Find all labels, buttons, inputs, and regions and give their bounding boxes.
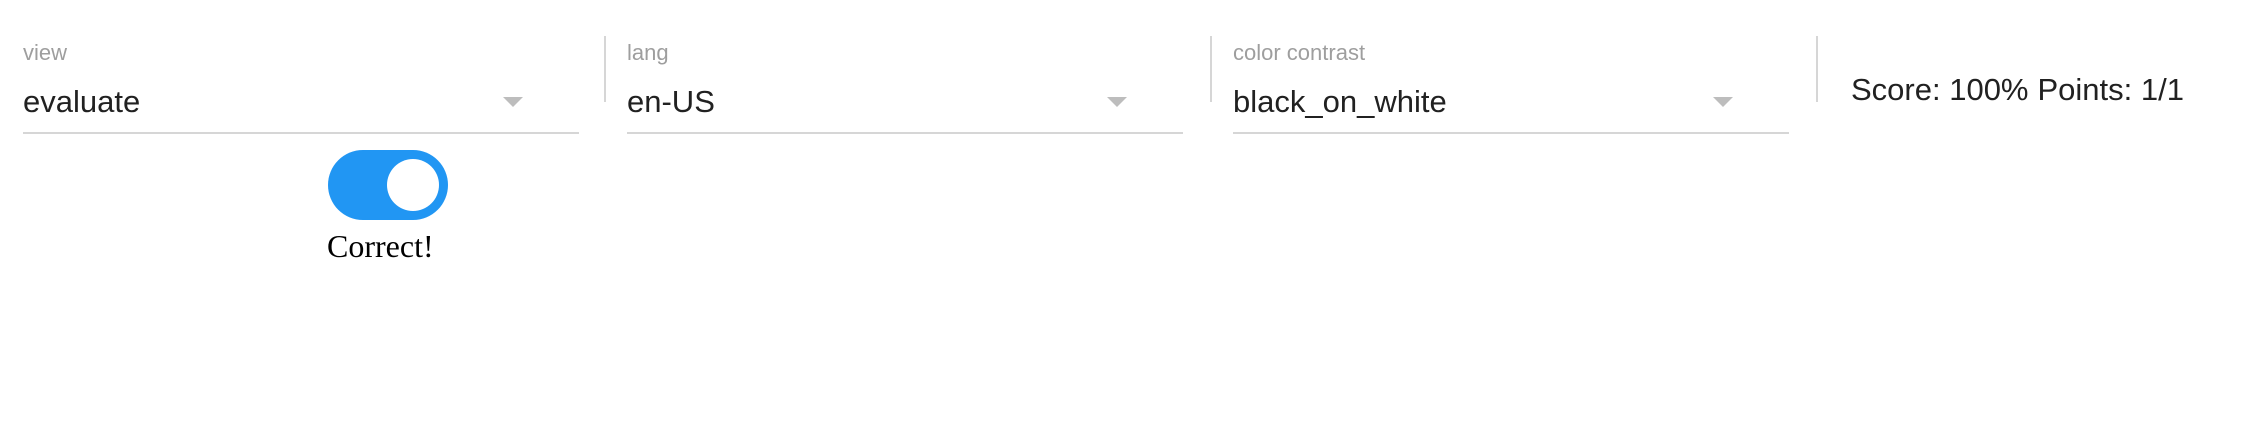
score-percent: Score: 100% (1851, 72, 2029, 107)
color-contrast-select-underline (1233, 132, 1789, 134)
answer-toggle[interactable] (328, 150, 448, 220)
lang-select[interactable]: lang en-US (627, 40, 1183, 134)
toggle-knob[interactable] (387, 159, 439, 211)
lang-select-label: lang (627, 40, 669, 65)
lang-select-underline (627, 132, 1183, 134)
toolbar-divider (604, 36, 606, 102)
view-select[interactable]: view evaluate (23, 40, 579, 134)
toolbar-divider (1210, 36, 1212, 102)
lang-select-value[interactable]: en-US (627, 84, 715, 120)
toolbar-divider (1816, 36, 1818, 102)
color-contrast-select-value[interactable]: black_on_white (1233, 84, 1447, 120)
score-points: Points: 1/1 (2037, 72, 2184, 107)
view-select-value[interactable]: evaluate (23, 84, 140, 120)
view-select-underline (23, 132, 579, 134)
color-contrast-select-label: color contrast (1233, 40, 1366, 65)
color-contrast-select[interactable]: color contrast black_on_white (1233, 40, 1789, 134)
feedback-message: Correct! (327, 228, 434, 264)
caret-down-icon[interactable] (1107, 97, 1127, 107)
caret-down-icon[interactable] (503, 97, 523, 107)
score-display: Score: 100% Points: 1/1 (1851, 72, 2184, 108)
settings-toolbar: view evaluate lang en-US color contrast … (0, 0, 2262, 140)
view-select-label: view (23, 40, 68, 65)
caret-down-icon[interactable] (1713, 97, 1733, 107)
